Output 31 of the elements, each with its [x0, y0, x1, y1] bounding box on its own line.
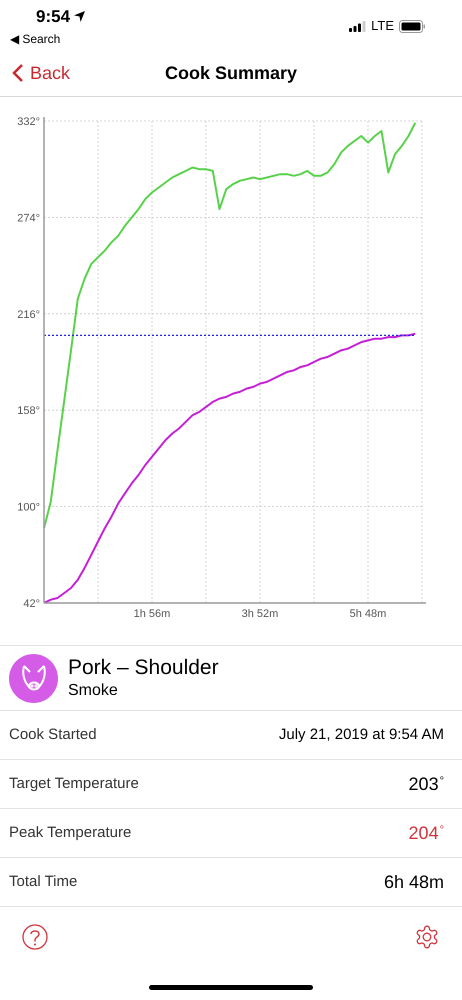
detail-label: Target Temperature [9, 774, 139, 794]
y-axis-label: 42° [23, 598, 40, 610]
chevron-left-icon [12, 63, 24, 83]
detail-label: Cook Started [9, 724, 97, 745]
settings-button[interactable] [414, 924, 440, 950]
battery-icon [399, 20, 426, 32]
y-axis-label: 100° [17, 502, 40, 514]
x-axis-label: 5h 48m [350, 608, 386, 620]
screen-title: Cook Summary [164, 62, 298, 85]
network-type: LTE [371, 17, 394, 36]
x-axis-label: 1h 56m [134, 608, 170, 620]
back-button[interactable]: Back [12, 60, 70, 86]
y-axis-label: 332° [17, 116, 40, 128]
detail-value: 204$^{°}$ [408, 822, 444, 844]
cook-method: Smoke [68, 681, 119, 702]
detail-value: 203$^{°}$ [408, 772, 444, 796]
pig-avatar-icon [9, 654, 58, 702]
y-axis-label: 158° [17, 405, 40, 418]
detail-value: 6h 48m [384, 870, 444, 894]
location-arrow-icon [74, 11, 86, 22]
detail-value: July 21, 2019 at 9:54 AM [278, 724, 444, 745]
detail-label: Peak Temperature [9, 822, 132, 843]
cook-name: Pork – Shoulder [68, 654, 219, 681]
back-to-app-link[interactable]: ◀ Search [10, 30, 86, 48]
y-axis-label: 216° [17, 308, 40, 321]
x-axis-label: 3h 52m [242, 608, 278, 620]
signal-icon [349, 20, 366, 32]
detail-label: Total Time [9, 872, 78, 892]
y-axis-label: 274° [17, 212, 40, 224]
help-button[interactable] [22, 924, 48, 950]
clock-time: 9:54 [36, 6, 70, 28]
